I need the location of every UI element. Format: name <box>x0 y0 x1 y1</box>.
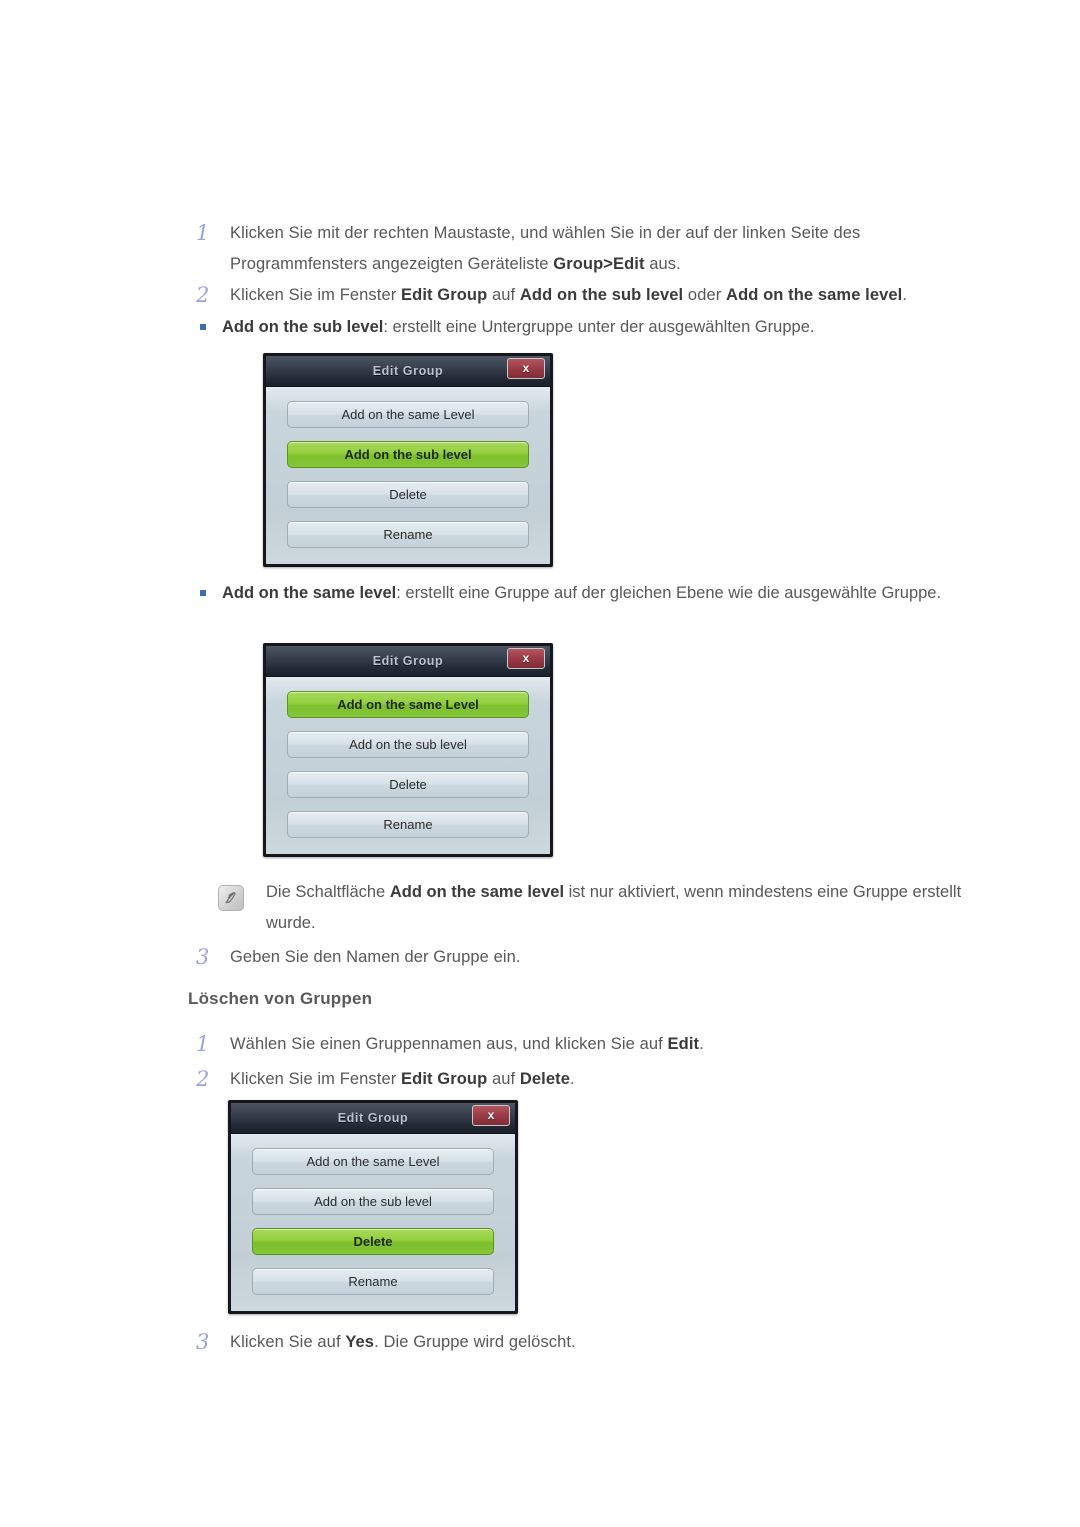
step-text: Klicken Sie mit der rechten Maustaste, u… <box>230 224 861 273</box>
dialog-body: Add on the same Level Add on the sub lev… <box>266 387 550 564</box>
add-sub-level-button[interactable]: Add on the sub level <box>287 441 529 468</box>
step-number: 1 <box>196 1032 210 1056</box>
dialog-titlebar: Edit Group x <box>231 1103 515 1134</box>
add-same-level-button[interactable]: Add on the same Level <box>252 1148 494 1175</box>
step-number: 2 <box>196 283 210 307</box>
bullet-text: Add on the same level: erstellt eine Gru… <box>222 584 942 602</box>
step-text: Geben Sie den Namen der Gruppe ein. <box>230 948 521 966</box>
bullet-marker-icon <box>188 312 222 330</box>
bullet-text: Add on the sub level: erstellt eine Unte… <box>222 318 815 336</box>
step-text: Klicken Sie auf Yes. Die Gruppe wird gel… <box>230 1333 576 1351</box>
edit-group-dialog[interactable]: Edit Group x Add on the same Level Add o… <box>263 353 553 567</box>
note-pencil-icon <box>218 885 244 911</box>
dialog-body: Add on the same Level Add on the sub lev… <box>231 1134 515 1311</box>
note-callout: Die Schaltfläche Add on the same level i… <box>218 877 1008 939</box>
bullet-item-same-level: Add on the same level: erstellt eine Gru… <box>188 578 988 609</box>
dialog-inner: Edit Group x Add on the same Level Add o… <box>266 646 550 854</box>
step-number: 3 <box>196 945 210 969</box>
step-number: 2 <box>196 1067 210 1091</box>
step-text: Wählen Sie einen Gruppennamen aus, und k… <box>230 1035 704 1053</box>
step-text: Klicken Sie im Fenster Edit Group auf Ad… <box>230 286 908 304</box>
section-heading: Löschen von Gruppen <box>188 989 373 1008</box>
delete-button[interactable]: Delete <box>287 771 529 798</box>
dialog-titlebar: Edit Group x <box>266 356 550 387</box>
step-text: Klicken Sie im Fenster Edit Group auf De… <box>230 1070 575 1088</box>
dialog-body: Add on the same Level Add on the sub lev… <box>266 677 550 854</box>
bullet-marker-icon <box>188 578 222 596</box>
close-icon[interactable]: x <box>507 648 545 669</box>
step-item: 2 Klicken Sie im Fenster Edit Group auf … <box>188 280 1018 311</box>
step-number: 1 <box>196 221 210 245</box>
add-sub-level-button[interactable]: Add on the sub level <box>252 1188 494 1215</box>
step-item: 1 Wählen Sie einen Gruppennamen aus, und… <box>188 1029 938 1060</box>
edit-group-dialog[interactable]: Edit Group x Add on the same Level Add o… <box>228 1100 518 1314</box>
add-same-level-button[interactable]: Add on the same Level <box>287 401 529 428</box>
rename-button[interactable]: Rename <box>287 521 529 548</box>
delete-button[interactable]: Delete <box>252 1228 494 1255</box>
step-number: 3 <box>196 1330 210 1354</box>
dialog-inner: Edit Group x Add on the same Level Add o… <box>266 356 550 564</box>
step-item: 1 Klicken Sie mit der rechten Maustaste,… <box>188 218 908 280</box>
dialog-titlebar: Edit Group x <box>266 646 550 677</box>
dialog-inner: Edit Group x Add on the same Level Add o… <box>231 1103 515 1311</box>
rename-button[interactable]: Rename <box>252 1268 494 1295</box>
edit-group-dialog[interactable]: Edit Group x Add on the same Level Add o… <box>263 643 553 857</box>
note-text: Die Schaltfläche Add on the same level i… <box>266 883 962 932</box>
bullet-item-sub-level: Add on the sub level: erstellt eine Unte… <box>188 312 1018 343</box>
step-item: 3 Geben Sie den Namen der Gruppe ein. <box>188 942 888 973</box>
delete-button[interactable]: Delete <box>287 481 529 508</box>
step-item: 3 Klicken Sie auf Yes. Die Gruppe wird g… <box>188 1327 888 1358</box>
add-same-level-button[interactable]: Add on the same Level <box>287 691 529 718</box>
add-sub-level-button[interactable]: Add on the sub level <box>287 731 529 758</box>
document-page: 1 Klicken Sie mit der rechten Maustaste,… <box>0 0 1080 1527</box>
close-icon[interactable]: x <box>507 358 545 379</box>
close-icon[interactable]: x <box>472 1105 510 1126</box>
step-item: 2 Klicken Sie im Fenster Edit Group auf … <box>188 1064 938 1095</box>
rename-button[interactable]: Rename <box>287 811 529 838</box>
